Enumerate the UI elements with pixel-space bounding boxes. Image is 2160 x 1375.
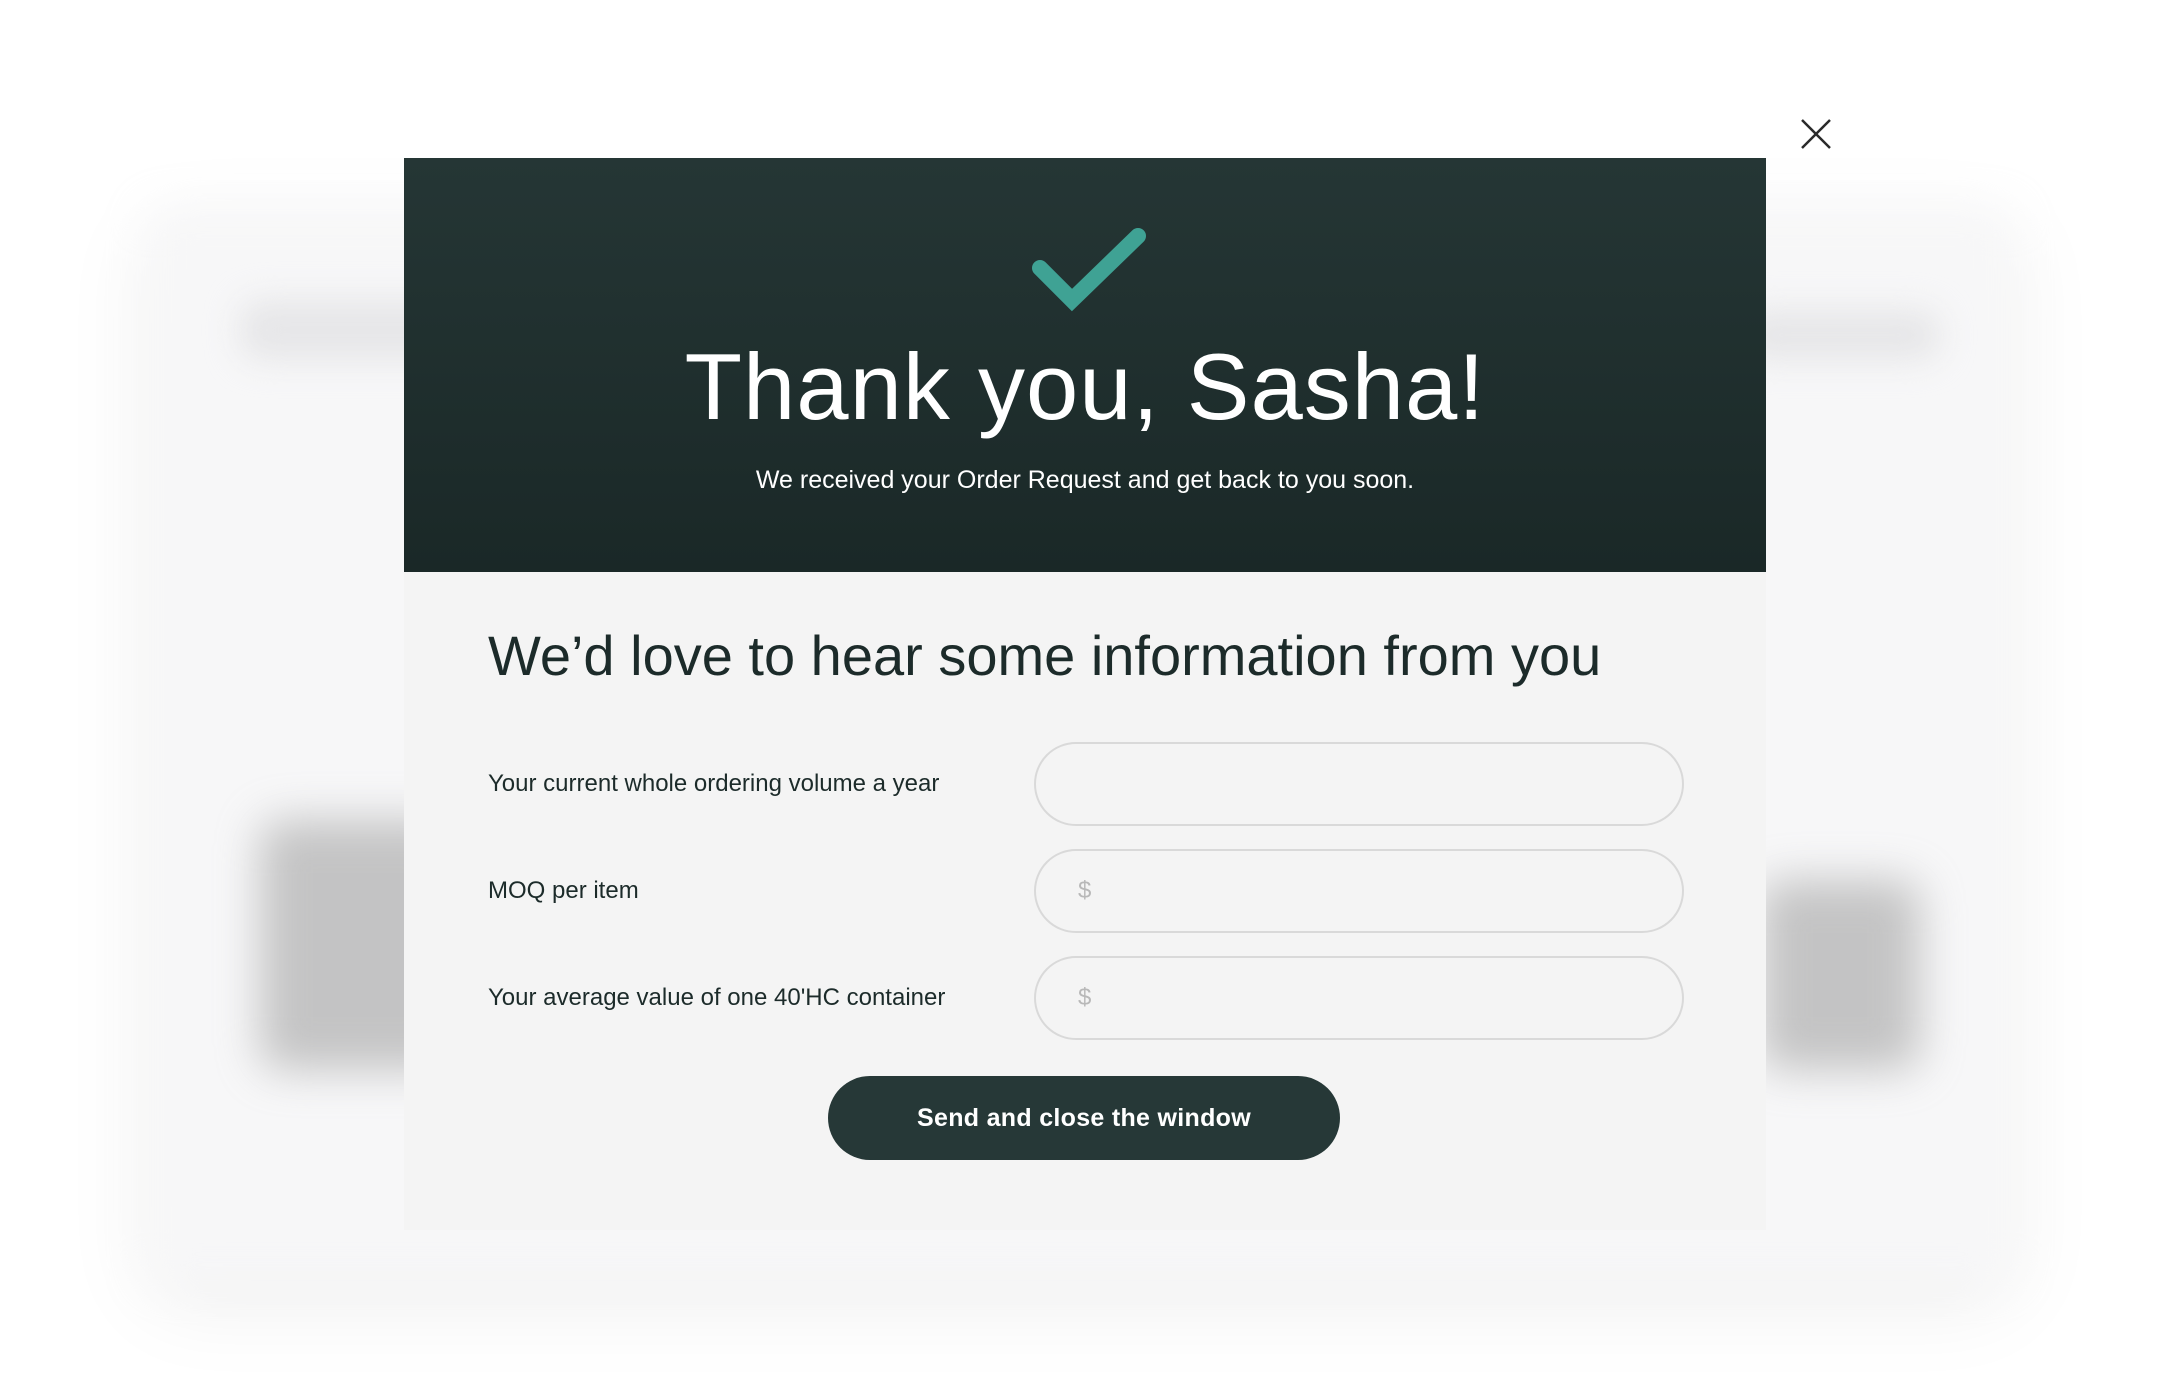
close-button[interactable]	[1792, 110, 1840, 158]
form-row-moq: MOQ per item	[488, 849, 1688, 933]
close-icon	[1801, 119, 1831, 149]
background-block	[1760, 880, 1920, 1070]
background-block	[1740, 310, 1940, 360]
order-thank-you-modal: Thank you, Sasha! We received your Order…	[404, 158, 1766, 1230]
modal-header: Thank you, Sasha! We received your Order…	[404, 158, 1766, 572]
container-value-input[interactable]	[1034, 956, 1684, 1040]
ordering-volume-label: Your current whole ordering volume a yea…	[488, 770, 940, 797]
form-row-ordering-volume: Your current whole ordering volume a yea…	[488, 742, 1688, 826]
container-value-label: Your average value of one 40'HC containe…	[488, 984, 946, 1011]
send-and-close-button[interactable]: Send and close the window	[828, 1076, 1340, 1160]
thank-you-title: Thank you, Sasha!	[684, 334, 1486, 439]
moq-input[interactable]	[1034, 849, 1684, 933]
ordering-volume-input[interactable]	[1034, 742, 1684, 826]
survey-title: We’d love to hear some information from …	[488, 624, 1602, 687]
form-row-container-value: Your average value of one 40'HC containe…	[488, 956, 1688, 1040]
checkmark-icon	[1032, 228, 1146, 312]
moq-label: MOQ per item	[488, 877, 639, 904]
confirmation-subtitle: We received your Order Request and get b…	[755, 466, 1415, 494]
